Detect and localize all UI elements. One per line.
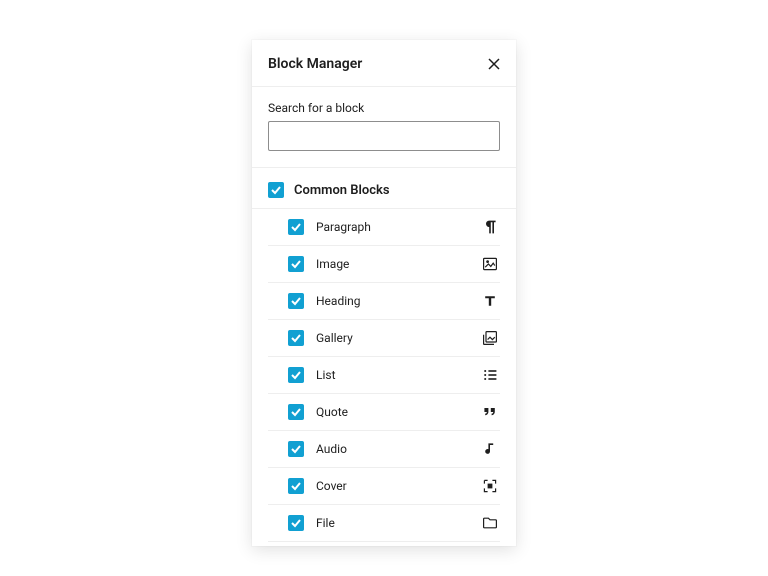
check-icon — [290, 295, 302, 307]
block-item: Gallery — [268, 320, 500, 357]
check-icon — [290, 517, 302, 529]
block-label: Paragraph — [316, 220, 470, 234]
category-header: Common Blocks — [252, 180, 516, 209]
category-checkbox[interactable] — [268, 182, 284, 198]
block-item: Heading — [268, 283, 500, 320]
block-checkbox[interactable] — [288, 404, 304, 420]
block-checkbox[interactable] — [288, 293, 304, 309]
block-item: Audio — [268, 431, 500, 468]
category-section: Common Blocks Paragraph Image Heading Galle… — [252, 168, 516, 546]
block-item: Paragraph — [268, 209, 500, 246]
block-checkbox[interactable] — [288, 256, 304, 272]
block-checkbox[interactable] — [288, 330, 304, 346]
block-label: File — [316, 516, 470, 530]
check-icon — [270, 184, 282, 196]
cover-icon — [482, 477, 500, 495]
block-item: File — [268, 505, 500, 542]
panel-title: Block Manager — [268, 56, 362, 72]
audio-icon — [482, 440, 500, 458]
block-label: Heading — [316, 294, 470, 308]
block-item: List — [268, 357, 500, 394]
block-label: Cover — [316, 479, 470, 493]
search-label: Search for a block — [268, 101, 500, 115]
check-icon — [290, 443, 302, 455]
block-label: Image — [316, 257, 470, 271]
search-input[interactable] — [268, 121, 500, 151]
block-label: List — [316, 368, 470, 382]
block-label: Quote — [316, 405, 470, 419]
block-checkbox[interactable] — [288, 367, 304, 383]
heading-icon — [482, 292, 500, 310]
block-list: Paragraph Image Heading Gallery List Quote Aud… — [252, 209, 516, 546]
block-checkbox[interactable] — [288, 219, 304, 235]
block-item: Cover — [268, 468, 500, 505]
check-icon — [290, 332, 302, 344]
category-title: Common Blocks — [294, 183, 390, 198]
block-checkbox[interactable] — [288, 478, 304, 494]
quote-icon — [482, 403, 500, 421]
file-icon — [482, 514, 500, 532]
block-item: Image — [268, 246, 500, 283]
check-icon — [290, 406, 302, 418]
block-label: Audio — [316, 442, 470, 456]
paragraph-icon — [482, 218, 500, 236]
close-button[interactable] — [484, 54, 504, 74]
close-icon — [488, 58, 500, 70]
search-section: Search for a block — [252, 87, 516, 168]
check-icon — [290, 258, 302, 270]
block-checkbox[interactable] — [288, 441, 304, 457]
block-manager-panel: Block Manager Search for a block Common … — [252, 40, 516, 546]
panel-header: Block Manager — [252, 40, 516, 87]
block-label: Gallery — [316, 331, 470, 345]
gallery-icon — [482, 329, 500, 347]
list-icon — [482, 366, 500, 384]
block-item: Video — [268, 542, 500, 546]
block-checkbox[interactable] — [288, 515, 304, 531]
image-icon — [482, 255, 500, 273]
check-icon — [290, 221, 302, 233]
check-icon — [290, 369, 302, 381]
check-icon — [290, 480, 302, 492]
block-item: Quote — [268, 394, 500, 431]
